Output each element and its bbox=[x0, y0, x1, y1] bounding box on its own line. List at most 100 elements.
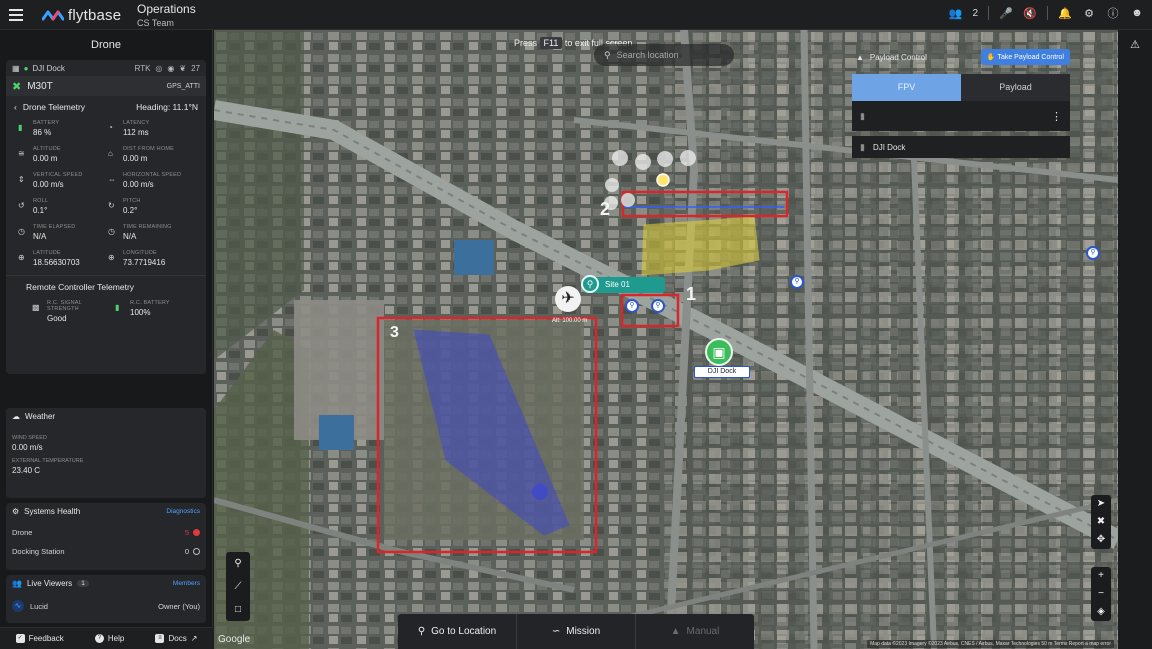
site-name: Site 01 bbox=[605, 280, 630, 289]
tilt-icon[interactable]: ✥ bbox=[1091, 531, 1111, 549]
zoom-out-icon[interactable]: − bbox=[1091, 585, 1111, 603]
dock-marker-icon[interactable]: ▣ bbox=[705, 338, 733, 366]
workspace-selector[interactable]: Operations CS Team bbox=[137, 2, 196, 28]
drone-position-icon[interactable]: ✈ bbox=[555, 286, 581, 312]
viewer-role: Owner (You) bbox=[158, 601, 200, 611]
speaker-muted-icon[interactable]: 🔇 bbox=[1023, 6, 1037, 20]
recenter-icon[interactable]: ✖ bbox=[1091, 513, 1111, 531]
time-elapsed-icon: ◷ bbox=[18, 227, 25, 236]
map-attribution[interactable]: Map data ©2023 Imagery ©2023 Airbus, CNE… bbox=[867, 640, 1114, 648]
video-camera-icon: ▮ bbox=[860, 141, 865, 152]
telemetry-label: Time elapsed bbox=[33, 224, 76, 230]
gps-mode: GPS_ATTI bbox=[166, 82, 200, 90]
telemetry-label: Dist from home bbox=[123, 146, 174, 152]
marker-tool-icon[interactable]: ⚲ bbox=[226, 552, 250, 575]
health-row-drone[interactable]: Drone 5 bbox=[6, 524, 206, 543]
rc-grid: ▩ R.C. Signal Strength Good ▮ R.C. Battery 1… bbox=[6, 292, 206, 323]
viewers-header: 👥 Live Viewers 1 Members bbox=[6, 575, 206, 592]
mission-button[interactable]: ∽ Mission bbox=[517, 614, 636, 649]
brand-logo: flytbase bbox=[42, 7, 121, 24]
waypoint-marker-icon[interactable]: ⚲ bbox=[1086, 246, 1100, 260]
telemetry-value: 18.56630703 bbox=[33, 258, 80, 267]
hand-icon: ✋ bbox=[986, 54, 996, 61]
systems-health-card: ⚙ Systems Health Diagnostics Drone 5 Doc… bbox=[6, 503, 206, 570]
altitude-label: Alt: 100.00 m bbox=[552, 318, 588, 324]
waypoint-marker-icon[interactable]: ⚲ bbox=[625, 299, 639, 313]
fpv-video-feed[interactable]: ▮ ⋮ bbox=[852, 101, 1070, 131]
feedback-label: Feedback bbox=[28, 634, 64, 643]
telemetry-label: Battery bbox=[33, 120, 60, 126]
tab-payload[interactable]: Payload bbox=[961, 74, 1070, 101]
telemetry-value: 0.00 m/s bbox=[123, 180, 154, 189]
battery-icon: ▮ bbox=[18, 123, 23, 132]
docs-button[interactable]: ≡ Docs ↗ bbox=[155, 634, 197, 643]
polygon-tool-icon[interactable]: □ bbox=[226, 598, 250, 621]
hint-key: F11 bbox=[539, 37, 563, 49]
telemetry-latitude: ⊕ Latitude 18.56630703 bbox=[18, 250, 108, 267]
route-icon: ∽ bbox=[551, 626, 561, 637]
zoom-in-icon[interactable]: + bbox=[1091, 567, 1111, 585]
go-to-location-button[interactable]: ⚲ Go to Location bbox=[398, 614, 517, 649]
dock-status-icon: ● bbox=[23, 63, 29, 73]
drone-row[interactable]: ✖ M30T GPS_ATTI bbox=[6, 76, 206, 96]
map-view[interactable]: Press F11 to exit full screen ⚲ Search l… bbox=[214, 30, 1118, 649]
waypoint-marker-icon[interactable]: ⚲ bbox=[790, 275, 804, 289]
telemetry-vspeed: ⇕ Vertical speed 0.00 m/s bbox=[18, 172, 108, 189]
site-pin-icon: ⚲ bbox=[581, 275, 599, 293]
telemetry-label: Pitch bbox=[123, 198, 141, 204]
manual-button[interactable]: ▲ Manual bbox=[636, 614, 754, 649]
members-link[interactable]: Members bbox=[173, 580, 200, 587]
vertical-speed-icon: ⇕ bbox=[18, 175, 25, 184]
telemetry-value: 0.00 m bbox=[123, 154, 148, 163]
waypoint-marker-icon[interactable]: ⚲ bbox=[651, 299, 665, 313]
gear-icon[interactable]: ⚙ bbox=[1082, 6, 1096, 20]
line-tool-icon[interactable]: ⟋ bbox=[226, 575, 250, 598]
satellite-icon: ❦ bbox=[179, 63, 187, 73]
telemetry-label: Horizontal speed bbox=[123, 172, 182, 178]
dock-name: DJI Dock bbox=[32, 63, 65, 73]
alarm-icon[interactable]: ⚠ bbox=[1127, 38, 1143, 52]
telemetry-hspeed: ⇔ Horizontal speed 0.00 m/s bbox=[108, 172, 198, 189]
telemetry-value: 73.7719416 bbox=[123, 258, 166, 267]
dock-label: DJI Dock bbox=[694, 366, 750, 378]
microphone-icon[interactable]: 🎤 bbox=[999, 6, 1013, 20]
compass-icon[interactable]: ➤ bbox=[1091, 495, 1111, 513]
menu-icon[interactable] bbox=[9, 9, 23, 21]
help-button[interactable]: ? Help bbox=[94, 634, 124, 643]
help-icon[interactable]: ⓘ bbox=[1106, 6, 1120, 20]
diagnostics-link[interactable]: Diagnostics bbox=[166, 508, 200, 515]
telemetry-altitude: ≅ Altitude 0.00 m bbox=[18, 146, 108, 163]
viewers-icon[interactable]: 👥 bbox=[948, 6, 963, 20]
left-footer: ✓ Feedback ? Help ≡ Docs ↗ bbox=[0, 627, 213, 649]
rc-telemetry-title: Remote Controller Telemetry bbox=[6, 275, 206, 292]
collapse-chevron-icon[interactable]: ‹ bbox=[14, 102, 17, 112]
telemetry-time-remaining: ◷ Time remaining N/A bbox=[108, 224, 198, 241]
search-input[interactable]: ⚲ Search location bbox=[594, 44, 734, 66]
dock-row[interactable]: ▦ ● DJI Dock RTK ◎ ◉ ❦ 27 bbox=[6, 60, 206, 76]
telemetry-value: 0.2° bbox=[123, 206, 138, 215]
telemetry-value: N/A bbox=[33, 232, 47, 241]
dock-video-feed[interactable]: ▮ DJI Dock bbox=[852, 136, 1070, 158]
health-label: Docking Station bbox=[12, 547, 65, 556]
health-row-dock[interactable]: Docking Station 0 bbox=[6, 543, 206, 562]
telemetry-value: 0.00 m/s bbox=[33, 180, 64, 189]
account-icon[interactable]: ☻ bbox=[1130, 6, 1144, 20]
network-icon: ◉ bbox=[167, 63, 175, 73]
bell-icon[interactable]: 🔔 bbox=[1058, 6, 1072, 20]
feedback-button[interactable]: ✓ Feedback bbox=[15, 634, 64, 643]
home-icon: ⌂ bbox=[108, 149, 113, 158]
telemetry-label: Longitude bbox=[123, 250, 157, 256]
flytbase-logo-icon bbox=[42, 10, 64, 20]
error-icon bbox=[193, 529, 200, 536]
longitude-icon: ⊕ bbox=[108, 253, 115, 262]
take-payload-control-button[interactable]: ✋ Take Payload Control bbox=[980, 49, 1070, 65]
tab-fpv[interactable]: FPV bbox=[852, 74, 961, 101]
map-view-controls: ➤ ✖ ✥ bbox=[1091, 495, 1111, 549]
dock-icon: ▦ bbox=[12, 63, 20, 73]
site-label[interactable]: ⚲ Site 01 bbox=[581, 275, 665, 293]
viewer-name: Lucid bbox=[30, 601, 48, 611]
more-options-icon[interactable]: ⋮ bbox=[1051, 110, 1062, 123]
altitude-icon: ≅ bbox=[18, 149, 25, 158]
payload-tabs: FPV Payload bbox=[852, 74, 1070, 101]
layers-icon[interactable]: ◈ bbox=[1091, 603, 1111, 621]
